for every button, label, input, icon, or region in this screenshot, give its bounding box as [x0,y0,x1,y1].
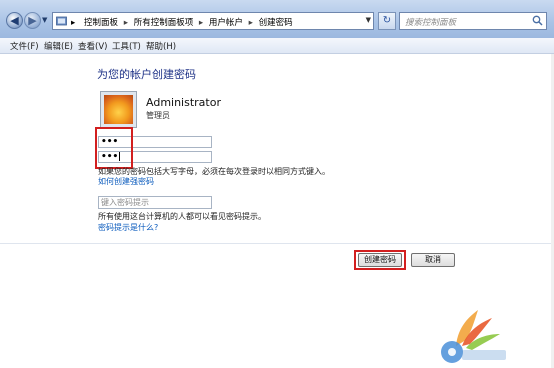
divider [0,243,554,244]
address-bar[interactable]: ▸ 控制面板 ▸ 所有控制面板项 ▸ 用户帐户 ▸ 创建密码 ▼ [52,12,374,30]
menu-edit[interactable]: 编辑(E) [44,40,73,52]
account-role: 管理员 [146,111,170,120]
control-panel-icon [56,16,67,26]
cancel-button[interactable]: 取消 [411,253,455,267]
breadcrumb-separator: ▸ [71,18,76,28]
breadcrumb-control-panel[interactable]: 控制面板 [84,18,118,28]
hint-visibility-note: 所有使用这台计算机的人都可以看见密码提示。 [98,212,266,221]
menu-tools[interactable]: 工具(T) [112,40,141,52]
password-hint-input[interactable] [99,197,211,208]
breadcrumb-create-password[interactable]: 创建密码 [259,18,293,28]
watermark-logo-icon [441,310,506,363]
menu-help[interactable]: 帮助(H) [146,40,176,52]
forward-button[interactable]: ▶ [24,12,41,29]
highlight-box-create-button [354,250,406,270]
account-name: Administrator [146,96,221,109]
recent-pages-dropdown-icon[interactable]: ▼ [42,16,48,24]
what-is-hint-link[interactable]: 密码提示是什么? [98,222,158,233]
user-picture-flower-icon [104,95,133,124]
avatar [100,91,137,128]
refresh-icon: ↻ [382,15,392,26]
page-title: 为您的帐户创建密码 [97,68,196,81]
highlight-box-password-fields [95,127,133,169]
breadcrumb-user-accounts[interactable]: 用户帐户 [209,18,243,28]
breadcrumb-all-items[interactable]: 所有控制面板项 [134,18,194,28]
search-icon[interactable] [532,15,543,26]
menu-view[interactable]: 查看(V) [78,40,107,52]
breadcrumb: ▸ 控制面板 ▸ 所有控制面板项 ▸ 用户帐户 ▸ 创建密码 [71,16,293,28]
menu-file[interactable]: 文件(F) [10,40,39,52]
breadcrumb-separator: ▸ [198,18,204,28]
search-placeholder: 搜索控制面板 [405,18,457,28]
strong-password-link[interactable]: 如何创建强密码 [98,176,154,187]
menu-bar: 文件(F) 编辑(E) 查看(V) 工具(T) 帮助(H) [0,38,554,54]
forward-arrow-icon: ▶ [28,14,37,27]
password-hint-field[interactable] [98,196,212,209]
search-box[interactable]: 搜索控制面板 [399,12,547,30]
address-toolbar: ◀ ▶ ▼ ▸ 控制面板 ▸ 所有控制面板项 ▸ 用户帐户 ▸ 创建密码 ▼ ↻… [0,0,554,39]
back-button[interactable]: ◀ [6,12,23,29]
back-arrow-icon: ◀ [10,14,19,27]
chevron-down-icon[interactable]: ▼ [366,16,371,24]
refresh-button[interactable]: ↻ [378,12,396,30]
breadcrumb-separator: ▸ [123,18,128,28]
breadcrumb-separator: ▸ [248,18,253,28]
